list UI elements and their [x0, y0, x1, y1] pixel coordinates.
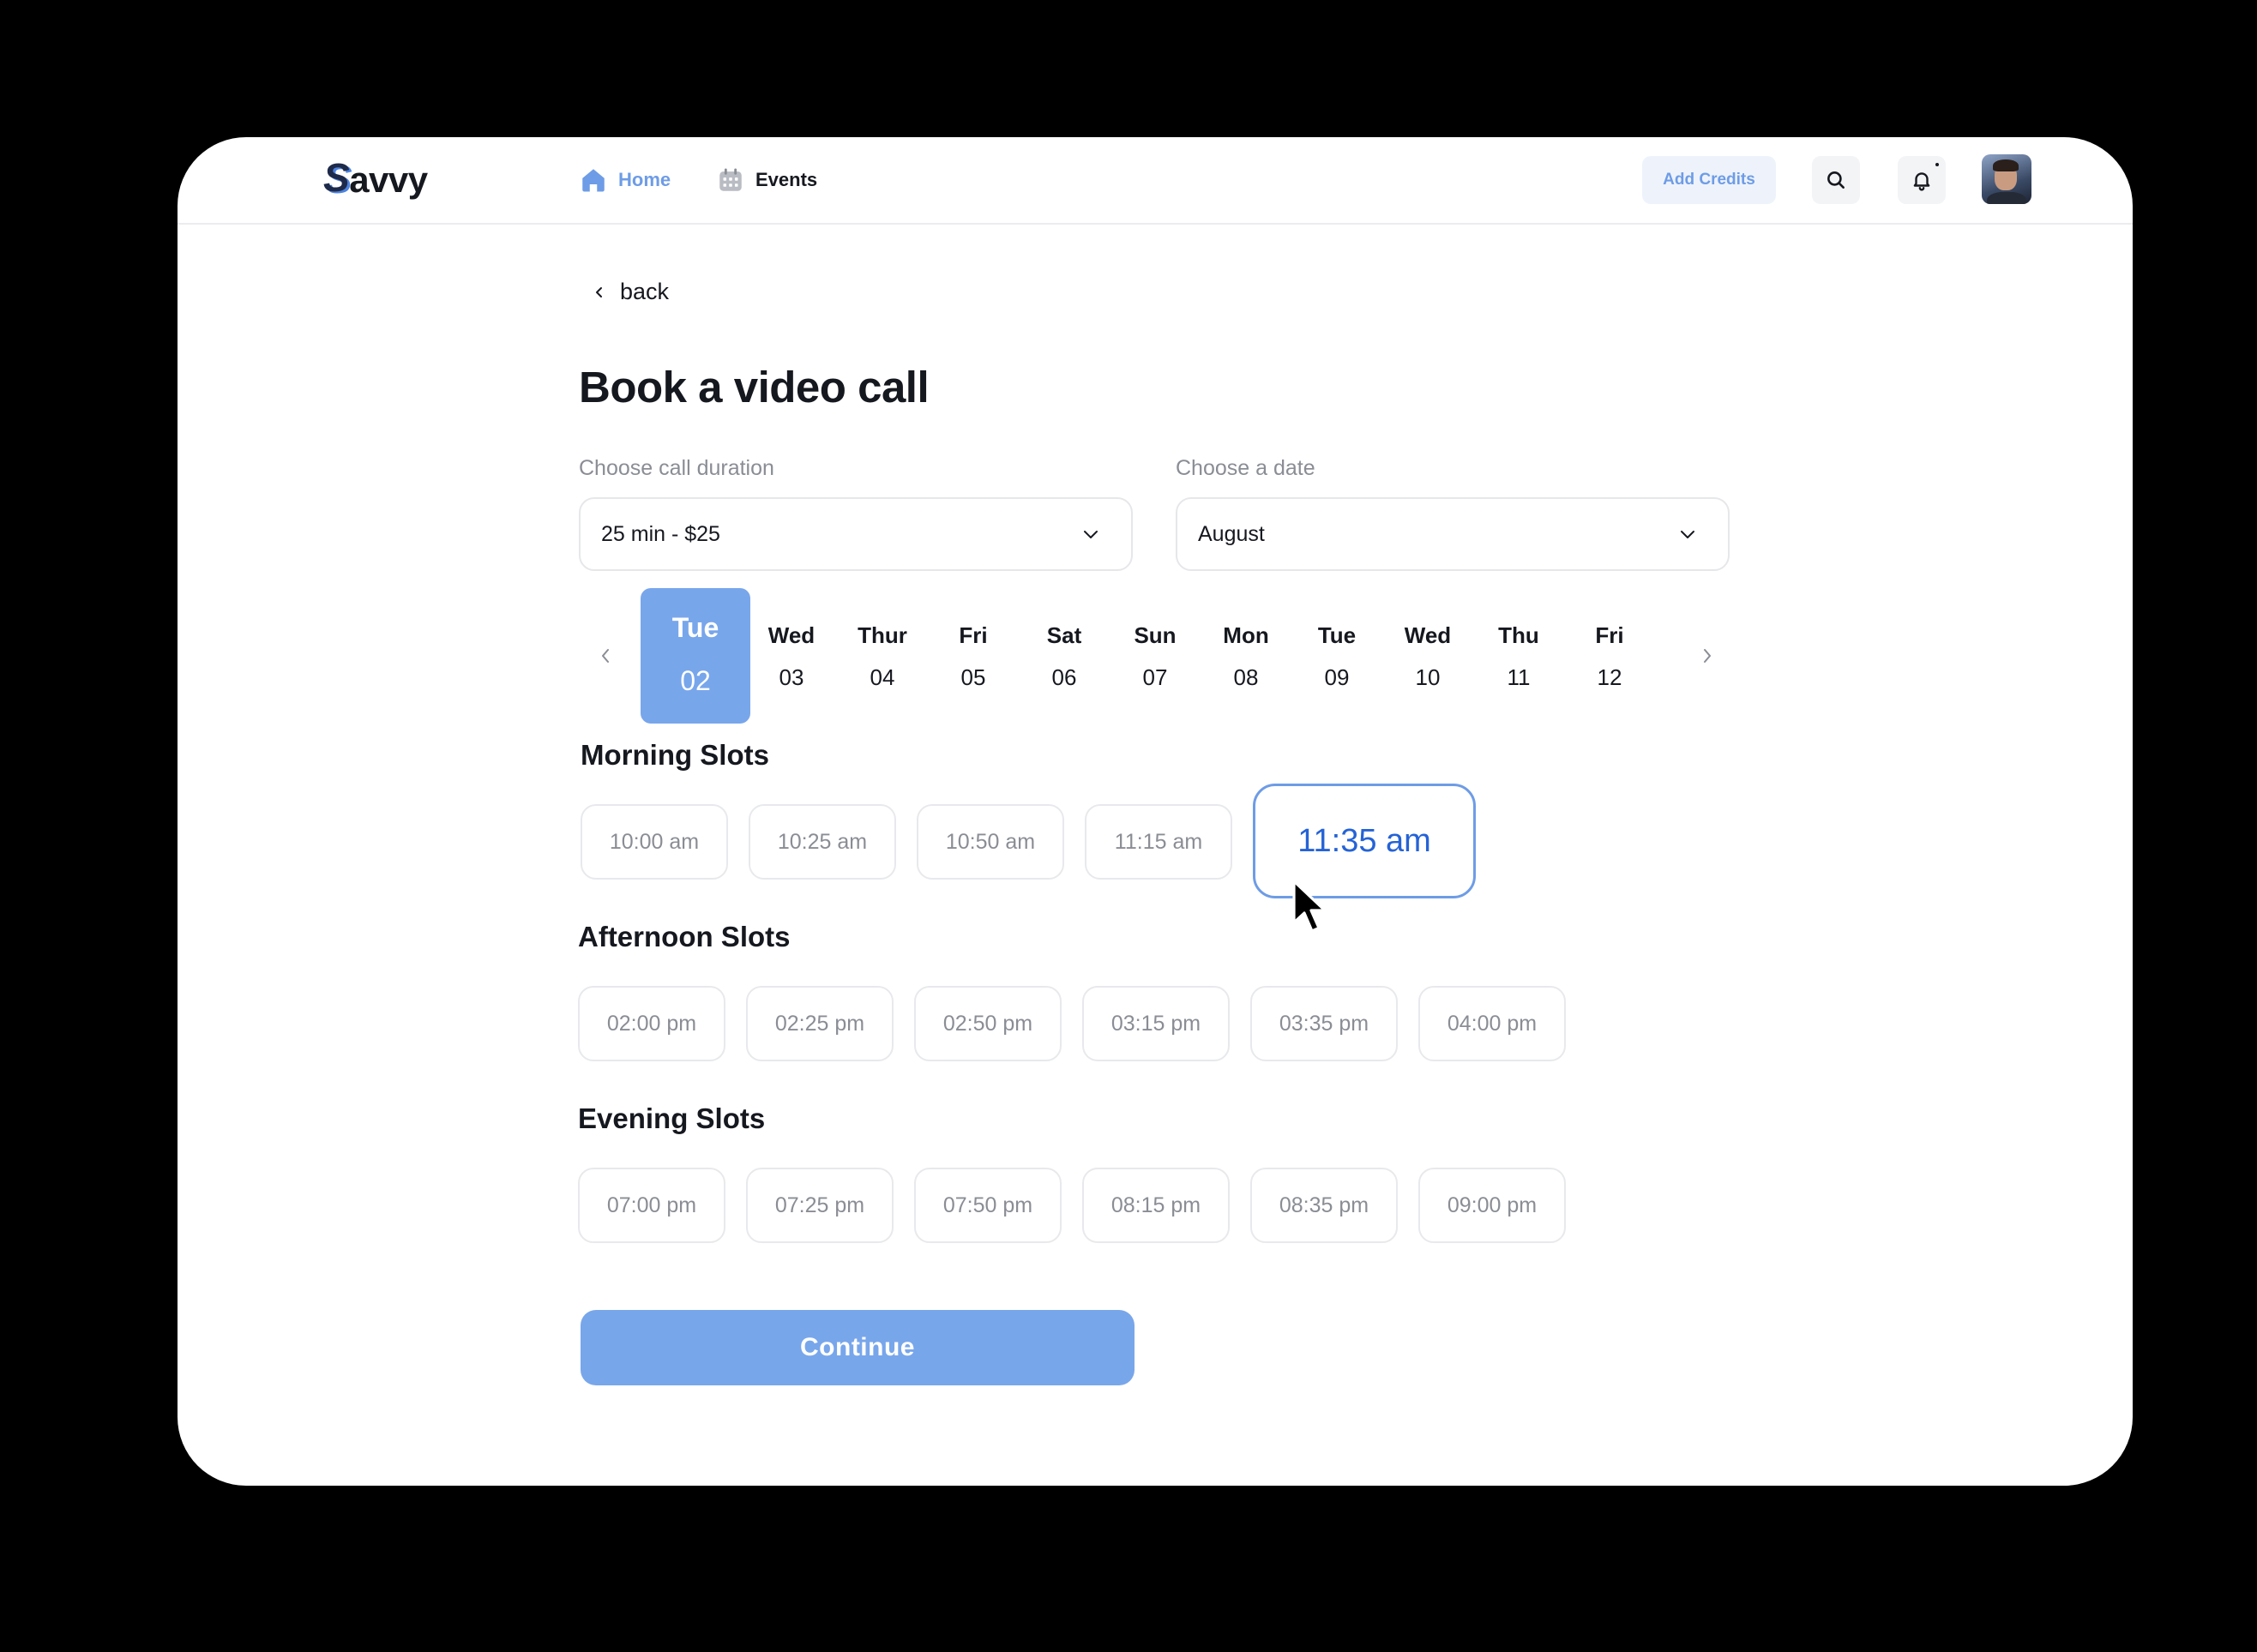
slot-0225pm[interactable]: 02:25 pm — [746, 986, 894, 1061]
slot-1050am[interactable]: 10:50 am — [917, 804, 1064, 880]
date-select[interactable]: August — [1176, 497, 1730, 571]
chevron-down-icon — [1084, 531, 1098, 538]
day-date: 05 — [960, 664, 986, 690]
day-name: Thu — [1498, 622, 1539, 648]
next-dates-button[interactable] — [1698, 643, 1717, 669]
slot-0725pm[interactable]: 07:25 pm — [746, 1168, 894, 1243]
app-window: Savvy Home Events Add Credits back Book … — [178, 137, 2133, 1486]
add-credits-button[interactable]: Add Credits — [1642, 156, 1776, 204]
logo-mark: S — [323, 155, 350, 200]
user-avatar[interactable] — [1982, 154, 2031, 204]
day-fri-12[interactable]: Fri 12 — [1564, 588, 1655, 725]
date-value: August — [1198, 521, 1265, 546]
duration-value: 25 min - $25 — [601, 521, 720, 546]
page-title: Book a video call — [579, 363, 930, 411]
day-wed-03[interactable]: Wed 03 — [746, 588, 837, 725]
logo[interactable]: Savvy — [323, 154, 428, 201]
day-date: 04 — [870, 664, 895, 690]
day-wed-10[interactable]: Wed 10 — [1382, 588, 1473, 725]
slot-1135am-selected[interactable]: 11:35 am — [1253, 784, 1476, 898]
nav-home[interactable]: Home — [579, 161, 671, 199]
continue-button[interactable]: Continue — [581, 1310, 1135, 1385]
notification-dot — [1935, 163, 1939, 166]
day-date: 07 — [1142, 664, 1168, 690]
nav-home-label: Home — [618, 169, 671, 190]
top-navbar: Savvy Home Events Add Credits — [178, 137, 2133, 225]
slot-0900pm[interactable]: 09:00 pm — [1418, 1168, 1566, 1243]
chevron-right-icon — [1704, 649, 1711, 663]
slot-0250pm[interactable]: 02:50 pm — [914, 986, 1062, 1061]
slot-0400pm[interactable]: 04:00 pm — [1418, 986, 1566, 1061]
day-name: Sat — [1046, 622, 1082, 648]
slot-0815pm[interactable]: 08:15 pm — [1082, 1168, 1230, 1243]
chevron-down-icon — [1681, 531, 1694, 538]
day-name: Tue — [1317, 622, 1357, 648]
slot-0750pm[interactable]: 07:50 pm — [914, 1168, 1062, 1243]
day-tue-02[interactable]: Tue 02 — [641, 588, 750, 724]
slot-0700pm[interactable]: 07:00 pm — [578, 1168, 725, 1243]
day-date: 02 — [680, 665, 711, 696]
back-link[interactable]: back — [593, 279, 669, 305]
notifications-button[interactable] — [1898, 156, 1946, 204]
slot-0835pm[interactable]: 08:35 pm — [1250, 1168, 1398, 1243]
day-name: Wed — [1404, 622, 1452, 648]
nav-events-label: Events — [755, 169, 818, 190]
search-icon — [1827, 171, 1845, 189]
prev-dates-button[interactable] — [596, 643, 615, 669]
slot-1025am[interactable]: 10:25 am — [749, 804, 896, 880]
day-sun-07[interactable]: Sun 07 — [1110, 588, 1201, 725]
bell-icon — [1913, 172, 1930, 191]
day-date: 11 — [1507, 664, 1531, 690]
logo-text: avvy — [349, 159, 428, 200]
day-name: Sun — [1134, 622, 1177, 648]
day-name: Fri — [959, 622, 988, 648]
day-name: Fri — [1595, 622, 1624, 648]
nav-events[interactable]: Events — [716, 161, 817, 199]
day-thu-11[interactable]: Thu 11 — [1473, 588, 1564, 725]
day-date: 08 — [1233, 664, 1259, 690]
day-date: 10 — [1415, 664, 1441, 690]
day-name: Mon — [1223, 622, 1269, 648]
day-date: 03 — [779, 664, 804, 690]
day-date: 06 — [1051, 664, 1077, 690]
duration-label: Choose call duration — [579, 456, 774, 480]
search-button[interactable] — [1812, 156, 1860, 204]
back-label: back — [620, 279, 670, 304]
duration-select[interactable]: 25 min - $25 — [579, 497, 1133, 571]
slot-0335pm[interactable]: 03:35 pm — [1250, 986, 1398, 1061]
day-name: Thur — [858, 622, 907, 648]
chevron-left-icon — [596, 286, 602, 297]
day-name: Wed — [767, 622, 816, 648]
evening-slots-title: Evening Slots — [578, 1102, 766, 1134]
day-fri-05[interactable]: Fri 05 — [928, 588, 1019, 725]
day-date: 12 — [1597, 664, 1622, 690]
slot-0315pm[interactable]: 03:15 pm — [1082, 986, 1230, 1061]
date-label: Choose a date — [1176, 456, 1315, 480]
afternoon-slots-title: Afternoon Slots — [578, 921, 791, 952]
day-sat-06[interactable]: Sat 06 — [1019, 588, 1110, 725]
day-tue-09[interactable]: Tue 09 — [1291, 588, 1382, 725]
day-thur-04[interactable]: Thur 04 — [837, 588, 928, 725]
calendar-icon — [719, 168, 742, 191]
morning-slots-title: Morning Slots — [581, 739, 769, 771]
chevron-left-icon — [602, 649, 609, 663]
slot-0200pm[interactable]: 02:00 pm — [578, 986, 725, 1061]
mouse-cursor-icon — [1292, 880, 1327, 933]
home-icon — [582, 169, 605, 192]
day-mon-08[interactable]: Mon 08 — [1201, 588, 1291, 725]
day-date: 09 — [1324, 664, 1350, 690]
day-name: Tue — [671, 612, 719, 643]
slot-1115am[interactable]: 11:15 am — [1085, 804, 1232, 880]
slot-1000am[interactable]: 10:00 am — [581, 804, 728, 880]
